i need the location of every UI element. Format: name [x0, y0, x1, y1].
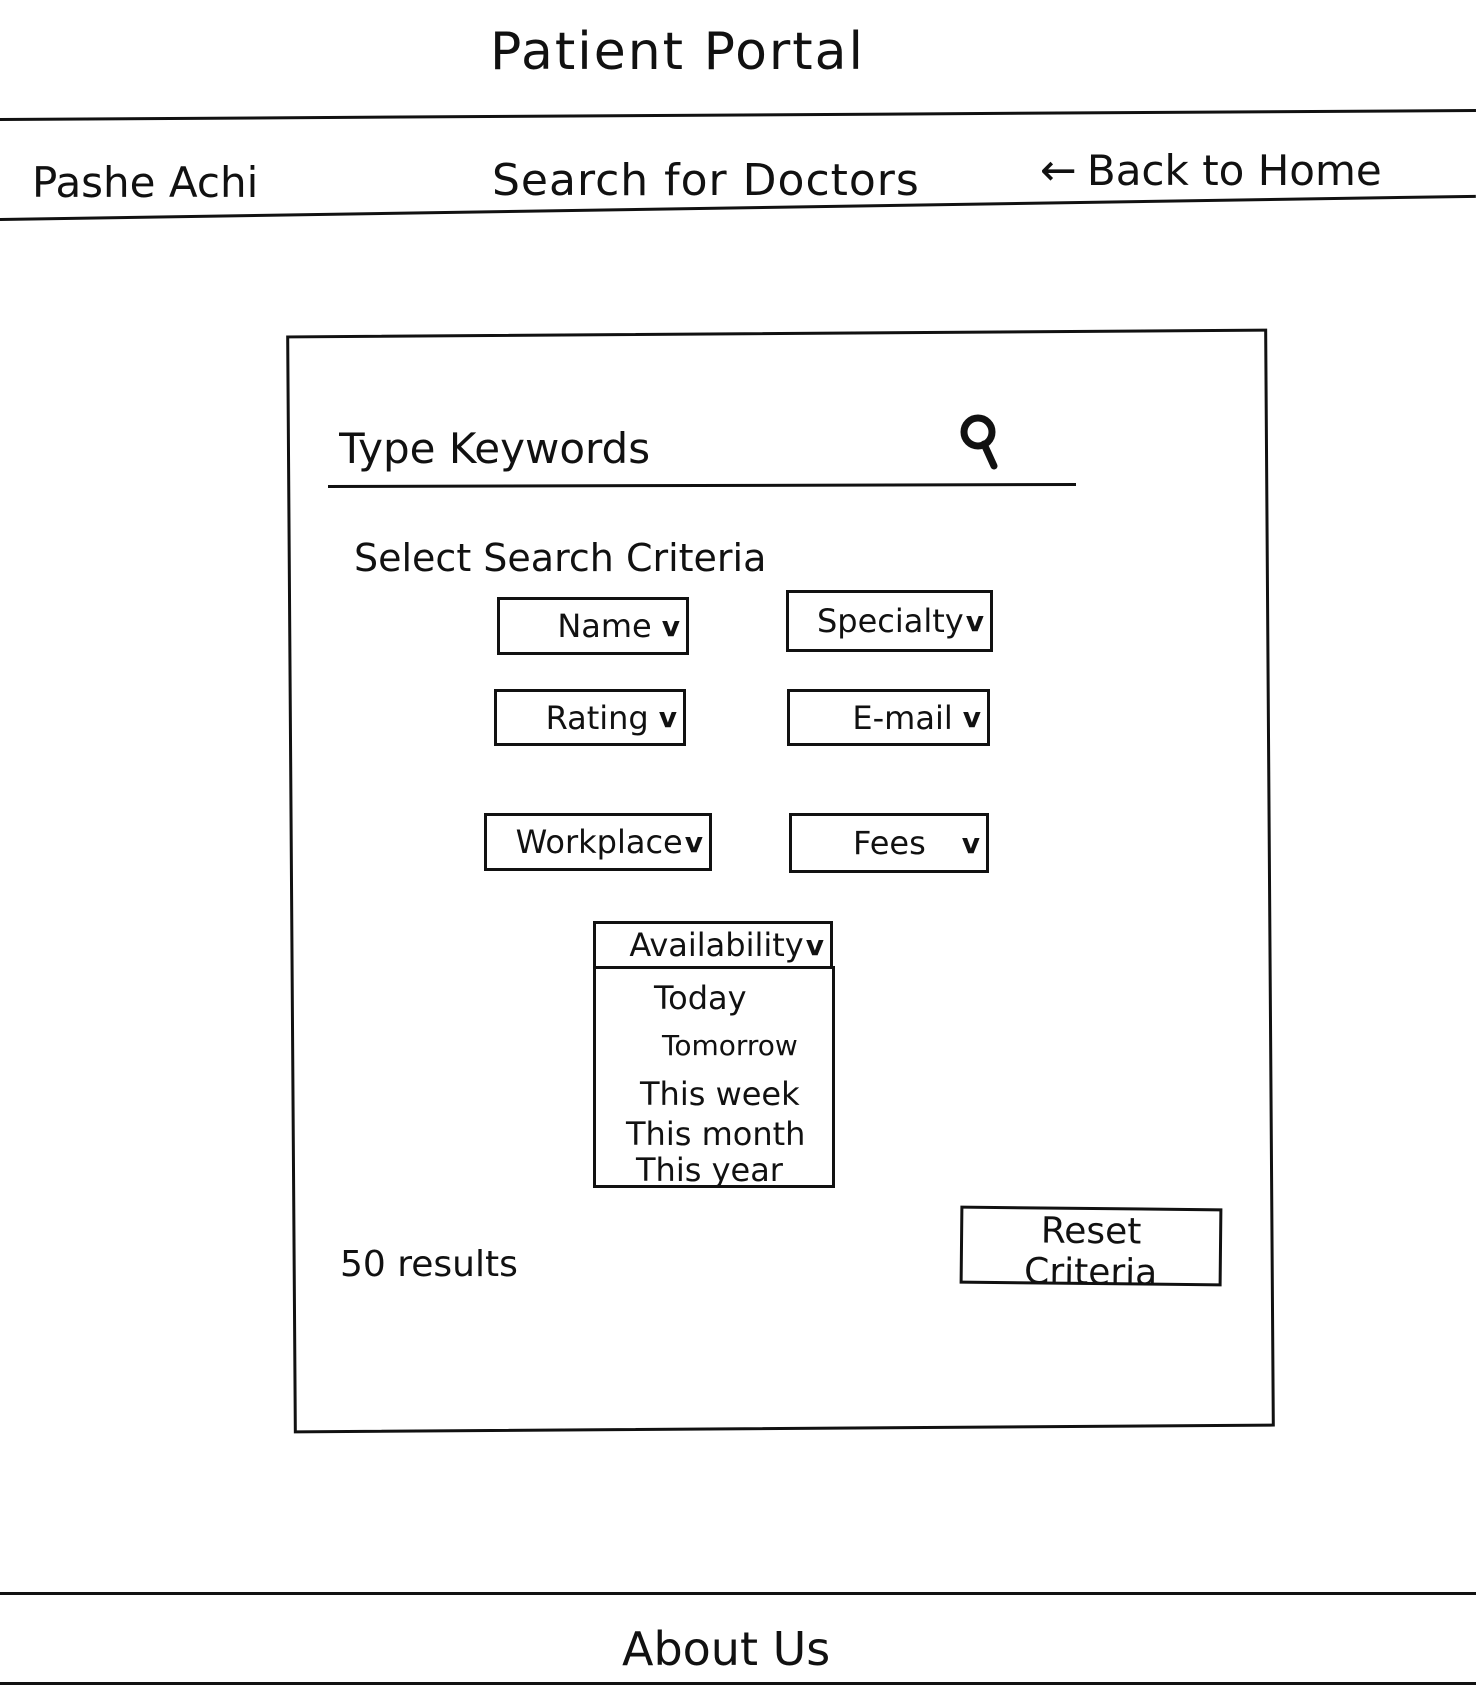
filter-workplace-label: Workplace — [515, 823, 683, 861]
app-title: Patient Portal — [490, 22, 865, 82]
results-count: 50 results — [340, 1244, 518, 1285]
footer-divider — [0, 1592, 1476, 1595]
filter-name-label: Name — [557, 607, 652, 645]
arrow-left-icon: ← — [1040, 144, 1077, 196]
reset-criteria-button[interactable]: Reset Criteria — [959, 1205, 1223, 1294]
availability-option-this-month[interactable]: This month — [626, 1115, 805, 1153]
availability-options-list: Today Tomorrow This week This month This… — [593, 966, 835, 1189]
search-criteria-heading: Select Search Criteria — [354, 536, 767, 580]
filter-availability-dropdown[interactable]: Availability v — [593, 921, 833, 969]
chevron-down-icon: v — [684, 825, 703, 859]
footer-bottom-divider — [0, 1682, 1476, 1685]
filter-specialty-label: Specialty — [816, 602, 964, 640]
filter-name-dropdown[interactable]: Name v — [497, 597, 689, 655]
chevron-down-icon: v — [962, 701, 981, 734]
chevron-down-icon: v — [661, 609, 680, 643]
chevron-down-icon: v — [658, 701, 677, 734]
filter-fees-label: Fees — [853, 824, 926, 862]
filter-workplace-dropdown[interactable]: Workplace v — [484, 813, 712, 871]
filter-email-label: E-mail — [852, 698, 953, 737]
availability-option-tomorrow[interactable]: Tomorrow — [662, 1029, 798, 1062]
user-name: Pashe Achi — [32, 158, 259, 207]
filter-specialty-dropdown[interactable]: Specialty v — [786, 590, 993, 652]
filter-availability-label: Availability — [629, 926, 804, 964]
filter-email-dropdown[interactable]: E-mail v — [787, 689, 990, 746]
page-title: Search for Doctors — [492, 155, 920, 206]
filter-rating-label: Rating — [545, 698, 649, 737]
availability-option-this-year[interactable]: This year — [636, 1151, 783, 1189]
about-us-link[interactable]: About Us — [622, 1622, 830, 1676]
search-icon[interactable] — [956, 412, 1006, 472]
back-to-home-link[interactable]: ← Back to Home — [1040, 146, 1382, 195]
back-to-home-label: Back to Home — [1086, 146, 1382, 195]
keyword-search-input[interactable] — [335, 418, 1059, 478]
filter-fees-dropdown[interactable]: Fees v — [789, 813, 989, 873]
header-divider-top — [0, 108, 1476, 121]
chevron-down-icon: v — [961, 826, 980, 860]
availability-option-today[interactable]: Today — [654, 979, 747, 1017]
chevron-down-icon: v — [805, 928, 824, 962]
chevron-down-icon: v — [965, 604, 984, 638]
availability-option-this-week[interactable]: This week — [640, 1075, 800, 1113]
filter-rating-dropdown[interactable]: Rating v — [494, 689, 686, 746]
